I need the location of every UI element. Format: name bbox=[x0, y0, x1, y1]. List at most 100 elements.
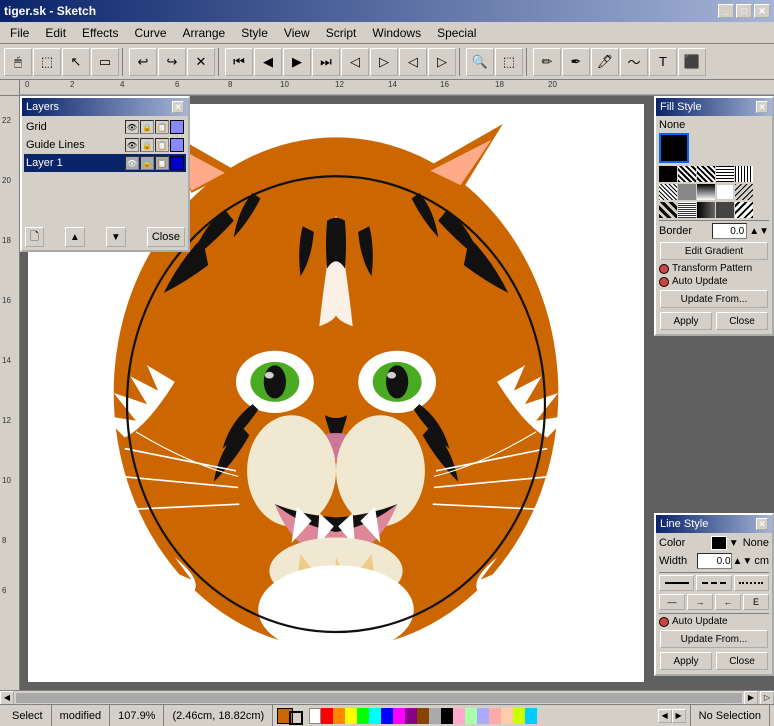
autoupdate-checkbox-dot[interactable] bbox=[659, 277, 669, 287]
menu-special[interactable]: Special bbox=[429, 24, 484, 42]
color-dropdown-arrow[interactable]: ▼ bbox=[729, 538, 739, 549]
line-width-input[interactable] bbox=[697, 553, 732, 569]
palette-peach[interactable] bbox=[501, 708, 513, 724]
menu-curve[interactable]: Curve bbox=[127, 24, 175, 42]
line-width-spinner[interactable]: ▲▼ bbox=[733, 558, 753, 565]
palette-orange[interactable] bbox=[333, 708, 345, 724]
layer-down-button[interactable]: ▼ bbox=[106, 227, 126, 247]
swatch-gray[interactable] bbox=[678, 184, 696, 200]
line-arrow-both[interactable]: E bbox=[743, 594, 769, 610]
fill-border-spinner[interactable]: ▲▼ bbox=[749, 228, 769, 235]
fill-close-button[interactable]: Close bbox=[716, 312, 768, 330]
palette-yellow[interactable] bbox=[345, 708, 357, 724]
line-dotted-button[interactable] bbox=[734, 575, 769, 591]
tool-grid[interactable]: ⬚ bbox=[495, 48, 523, 76]
tool-nav-fwd[interactable]: ▷ bbox=[428, 48, 456, 76]
menu-windows[interactable]: Windows bbox=[364, 24, 429, 42]
layer-up-button[interactable]: ▲ bbox=[65, 227, 85, 247]
layer-grid-icon3[interactable]: 📋 bbox=[155, 120, 169, 134]
line-updatefrom-button[interactable]: Update From... bbox=[660, 630, 768, 648]
line-arrow-right[interactable]: → bbox=[687, 594, 713, 610]
close-window-button[interactable]: ✕ bbox=[754, 4, 770, 18]
swatch-diag1[interactable] bbox=[678, 166, 696, 182]
layer-guides-icon2[interactable]: 🔒 bbox=[140, 138, 154, 152]
fill-close-button[interactable]: ✕ bbox=[756, 101, 768, 113]
menu-script[interactable]: Script bbox=[318, 24, 365, 42]
menu-arrange[interactable]: Arrange bbox=[175, 24, 234, 42]
swatch-r1[interactable] bbox=[659, 202, 677, 218]
palette-magenta[interactable] bbox=[393, 708, 405, 724]
swatch-vlines[interactable] bbox=[735, 166, 753, 182]
palette-lgreen[interactable] bbox=[465, 708, 477, 724]
edit-gradient-button[interactable]: Edit Gradient bbox=[660, 242, 768, 260]
palette-brown[interactable] bbox=[417, 708, 429, 724]
swatch-r5[interactable] bbox=[735, 202, 753, 218]
transform-checkbox-dot[interactable] bbox=[659, 264, 669, 274]
status-stroke-color[interactable] bbox=[289, 711, 303, 725]
layer-1-color[interactable] bbox=[170, 156, 184, 170]
tool-undo[interactable]: ↩ bbox=[129, 48, 157, 76]
palette-scroll-left[interactable]: ◀ bbox=[658, 709, 672, 723]
line-close-button[interactable]: ✕ bbox=[756, 518, 768, 530]
fill-black-swatch[interactable] bbox=[659, 133, 689, 163]
palette-gray[interactable] bbox=[429, 708, 441, 724]
line-arrow-none[interactable]: — bbox=[659, 594, 685, 610]
fill-updatefrom-button[interactable]: Update From... bbox=[660, 290, 768, 308]
scroll-left-button[interactable]: ◀ bbox=[0, 691, 14, 705]
line-close-button2[interactable]: Close bbox=[716, 652, 768, 670]
layer-1-icon2[interactable]: 🔒 bbox=[140, 156, 154, 170]
tool-brush[interactable]: 🖊 bbox=[591, 48, 619, 76]
line-solid-button[interactable] bbox=[659, 575, 694, 591]
swatch-r4[interactable] bbox=[716, 202, 734, 218]
tool-back[interactable]: ◁ bbox=[341, 48, 369, 76]
scroll-track-h[interactable] bbox=[16, 693, 742, 703]
menu-edit[interactable]: Edit bbox=[37, 24, 74, 42]
tool-first[interactable]: ⏮ bbox=[225, 48, 253, 76]
swatch-r3[interactable] bbox=[697, 202, 715, 218]
fill-apply-button[interactable]: Apply bbox=[660, 312, 712, 330]
layers-close-button[interactable]: ✕ bbox=[172, 101, 184, 113]
palette-lred[interactable] bbox=[489, 708, 501, 724]
canvas-area[interactable]: Layers ✕ Grid 👁 🔒 📋 Guide Lines 👁 bbox=[20, 96, 774, 690]
tool-nav-back[interactable]: ◁ bbox=[399, 48, 427, 76]
swatch-lines[interactable] bbox=[716, 166, 734, 182]
swatch-cross1[interactable] bbox=[659, 184, 677, 200]
line-autoupdate-dot[interactable] bbox=[659, 617, 669, 627]
palette-purple[interactable] bbox=[405, 708, 417, 724]
palette-lime[interactable] bbox=[513, 708, 525, 724]
palette-red[interactable] bbox=[321, 708, 333, 724]
new-layer-button[interactable]: 🗋 bbox=[25, 227, 44, 247]
line-arrow-left[interactable]: ← bbox=[715, 594, 741, 610]
layer-row-1[interactable]: Layer 1 👁 🔒 📋 bbox=[24, 154, 186, 172]
swatch-r2[interactable] bbox=[678, 202, 696, 218]
tool-zoom[interactable]: 🔍 bbox=[466, 48, 494, 76]
line-apply-button[interactable]: Apply bbox=[660, 652, 712, 670]
menu-effects[interactable]: Effects bbox=[74, 24, 126, 42]
scroll-nav-button[interactable]: ▷ bbox=[760, 691, 774, 705]
swatch-white[interactable] bbox=[716, 184, 734, 200]
minimize-button[interactable]: _ bbox=[718, 4, 734, 18]
tool-pencil[interactable]: ✒ bbox=[562, 48, 590, 76]
palette-pink[interactable] bbox=[453, 708, 465, 724]
swatch-grad[interactable] bbox=[697, 184, 715, 200]
tool-prev[interactable]: ◀ bbox=[254, 48, 282, 76]
layer-guides-color[interactable] bbox=[170, 138, 184, 152]
tool-text[interactable]: T bbox=[649, 48, 677, 76]
layer-row-grid[interactable]: Grid 👁 🔒 📋 bbox=[24, 118, 186, 136]
layer-row-guides[interactable]: Guide Lines 👁 🔒 📋 bbox=[24, 136, 186, 154]
palette-scroll-right[interactable]: ▶ bbox=[672, 709, 686, 723]
line-dashed-button[interactable] bbox=[696, 575, 731, 591]
palette-white[interactable] bbox=[309, 708, 321, 724]
palette-blue[interactable] bbox=[381, 708, 393, 724]
fill-border-input[interactable] bbox=[712, 223, 747, 239]
tool-redo[interactable]: ↪ bbox=[158, 48, 186, 76]
line-color-swatch[interactable] bbox=[711, 536, 727, 550]
palette-lblue[interactable] bbox=[477, 708, 489, 724]
swatch-cross2[interactable] bbox=[735, 184, 753, 200]
scroll-right-button[interactable]: ▶ bbox=[744, 691, 758, 705]
tool-rect[interactable]: ▭ bbox=[91, 48, 119, 76]
tool-pen[interactable]: ✏ bbox=[533, 48, 561, 76]
horizontal-scrollbar[interactable]: ◀ ▶ ▷ bbox=[0, 690, 774, 704]
layer-guides-icon1[interactable]: 👁 bbox=[125, 138, 139, 152]
tool-forward[interactable]: ▷ bbox=[370, 48, 398, 76]
